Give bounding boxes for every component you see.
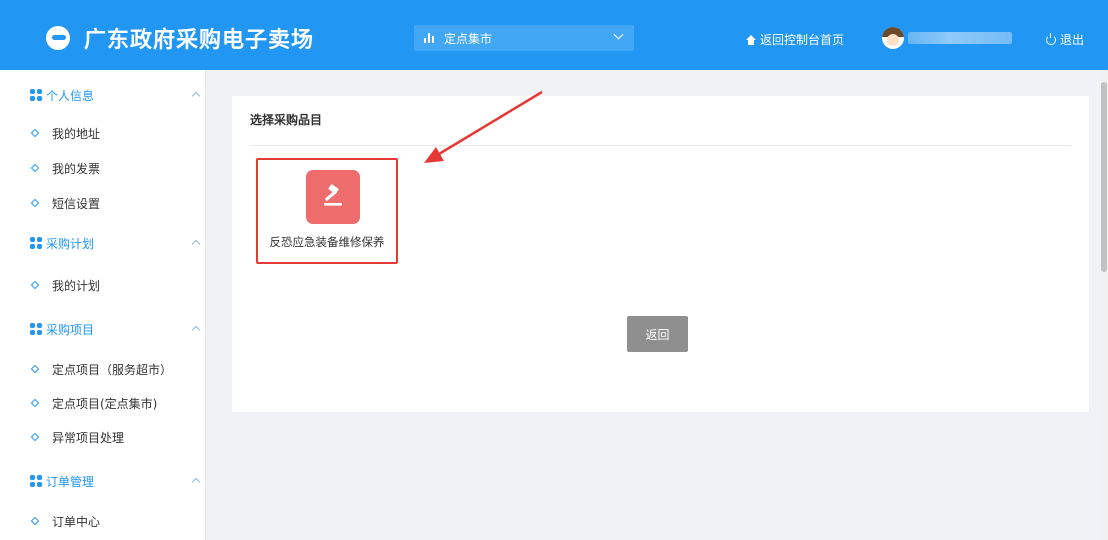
sidebar-item-label: 我的发票 [52,161,101,176]
sidebar-group-label: 个人信息 [46,88,95,103]
sidebar-group-label: 采购计划 [46,236,95,251]
logo-icon [46,26,70,50]
market-select[interactable]: 定点集市 [414,25,634,51]
chevron-up-icon [191,239,201,249]
site-logo[interactable]: 广东政府采购电子卖场 [46,22,314,54]
logout-link[interactable]: 退出 [1046,31,1084,48]
sidebar-group-purchase-plan[interactable]: 采购计划 [0,228,206,258]
chevron-up-icon [191,91,201,101]
username-redacted[interactable] [908,32,1012,44]
sidebar-item-my-invoice[interactable]: 我的发票 [0,153,206,183]
sidebar-group-label: 采购项目 [46,322,95,337]
sidebar-item-label: 定点项目（服务超市） [52,362,173,377]
grid-icon [30,475,42,487]
back-button[interactable]: 返回 [627,316,688,352]
diamond-icon [30,432,40,442]
chevron-up-icon [191,477,201,487]
market-select-value: 定点集市 [444,31,493,46]
sidebar-item-label: 我的地址 [52,126,101,141]
sidebar-item-exception-handling[interactable]: 异常项目处理 [0,422,206,452]
diamond-icon [30,364,40,374]
home-link-label: 返回控制台首页 [760,33,845,47]
power-icon [1046,32,1056,45]
diamond-icon [30,163,40,173]
category-card[interactable]: 反恐应急装备维修保养 [256,158,398,264]
avatar[interactable] [882,27,904,49]
sidebar-item-my-plan[interactable]: 我的计划 [0,270,206,300]
sidebar-item-label: 我的计划 [52,278,101,293]
sidebar-item-order-center[interactable]: 订单中心 [0,506,206,536]
site-title: 广东政府采购电子卖场 [84,27,315,53]
diamond-icon [30,198,40,208]
sidebar-group-purchase-project[interactable]: 采购项目 [0,314,206,344]
sidebar-group-label: 订单管理 [46,474,95,489]
sidebar-group-personal-info[interactable]: 个人信息 [0,80,206,110]
panel-title: 选择采购品目 [250,113,323,127]
category-icon-tile [306,170,360,224]
category-label: 反恐应急装备维修保养 [269,235,385,249]
grid-icon [30,237,42,249]
top-header: 广东政府采购电子卖场 定点集市 返回控制台首页 退出 [0,0,1108,70]
sidebar-item-service-market-project[interactable]: 定点项目（服务超市） [0,354,206,384]
sidebar-item-label: 订单中心 [52,514,101,529]
sidebar-group-order-management[interactable]: 订单管理 [0,466,206,496]
diamond-icon [30,280,40,290]
sidebar-item-sms-settings[interactable]: 短信设置 [0,188,206,218]
divider [250,145,1071,146]
sidebar: 个人信息 我的地址 我的发票 短信设置 采购计划 我的计划 采购项目 定点项目（… [0,70,206,540]
category-panel: 选择采购品目 反恐应急装备维修保养 返回 [232,96,1089,412]
chevron-down-icon [613,29,624,40]
sidebar-item-label: 定点项目(定点集市) [52,396,158,411]
diamond-icon [30,516,40,526]
home-icon [746,34,756,45]
sidebar-item-fixed-market-project[interactable]: 定点项目(定点集市) [0,388,206,418]
sidebar-item-label: 异常项目处理 [52,430,125,445]
diamond-icon [30,398,40,408]
sidebar-item-my-address[interactable]: 我的地址 [0,118,206,148]
home-link[interactable]: 返回控制台首页 [746,31,844,48]
scrollbar-thumb[interactable] [1101,82,1107,272]
gavel-icon [324,184,342,206]
bar-chart-icon [424,33,436,43]
grid-icon [30,323,42,335]
sidebar-item-label: 短信设置 [52,196,101,211]
chevron-up-icon [191,325,201,335]
diamond-icon [30,128,40,138]
grid-icon [30,89,42,101]
logout-label: 退出 [1060,33,1085,47]
